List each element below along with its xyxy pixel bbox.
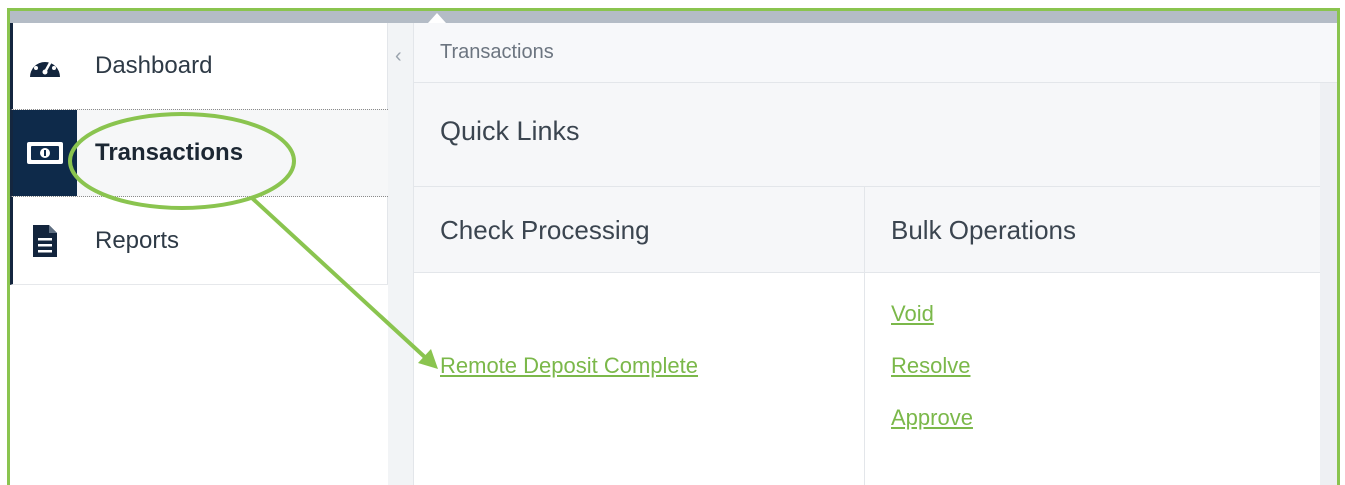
- banknote-icon: [13, 110, 77, 196]
- speedometer-icon: [13, 23, 77, 109]
- top-bar-notch: [428, 13, 446, 23]
- main-content: Transactions Quick Links Check Processin…: [414, 23, 1337, 485]
- bulk-operations-column: Bulk Operations Void Resolve Approve: [865, 187, 1320, 485]
- column-header: Bulk Operations: [865, 187, 1320, 273]
- panel-title: Quick Links: [440, 116, 580, 146]
- approve-link[interactable]: Approve: [891, 405, 973, 431]
- resolve-link[interactable]: Resolve: [891, 353, 970, 379]
- remote-deposit-complete-link[interactable]: Remote Deposit Complete: [440, 353, 698, 379]
- sidebar: Dashboard Transactions Reports: [10, 23, 388, 485]
- void-link[interactable]: Void: [891, 301, 934, 327]
- sidebar-item-dashboard[interactable]: Dashboard: [10, 23, 388, 109]
- check-processing-column: Check Processing Remote Deposit Complete: [414, 187, 865, 485]
- sidebar-item-label: Transactions: [95, 139, 244, 166]
- document-icon: [13, 197, 77, 284]
- sidebar-collapse-toggle[interactable]: ‹: [388, 23, 414, 485]
- breadcrumb-current[interactable]: Transactions: [440, 41, 554, 64]
- sidebar-item-label: Reports: [95, 226, 180, 254]
- sidebar-item-reports[interactable]: Reports: [10, 197, 388, 285]
- chevron-left-icon: ‹: [395, 45, 402, 67]
- app-frame: Dashboard Transactions Reports ‹ Transac…: [7, 8, 1340, 485]
- breadcrumb: Transactions: [414, 23, 1337, 83]
- column-header-label: Check Processing: [440, 215, 650, 245]
- right-gutter: [1320, 83, 1337, 485]
- sidebar-empty-area: [10, 285, 388, 485]
- top-bar: [10, 11, 1337, 23]
- panel-header: Quick Links: [414, 83, 1320, 187]
- column-header-label: Bulk Operations: [891, 215, 1076, 245]
- sidebar-item-transactions[interactable]: Transactions: [10, 109, 388, 197]
- column-header: Check Processing: [414, 187, 864, 273]
- sidebar-item-label: Dashboard: [95, 52, 213, 79]
- quick-links-panel: Quick Links Check Processing Remote Depo…: [414, 83, 1320, 485]
